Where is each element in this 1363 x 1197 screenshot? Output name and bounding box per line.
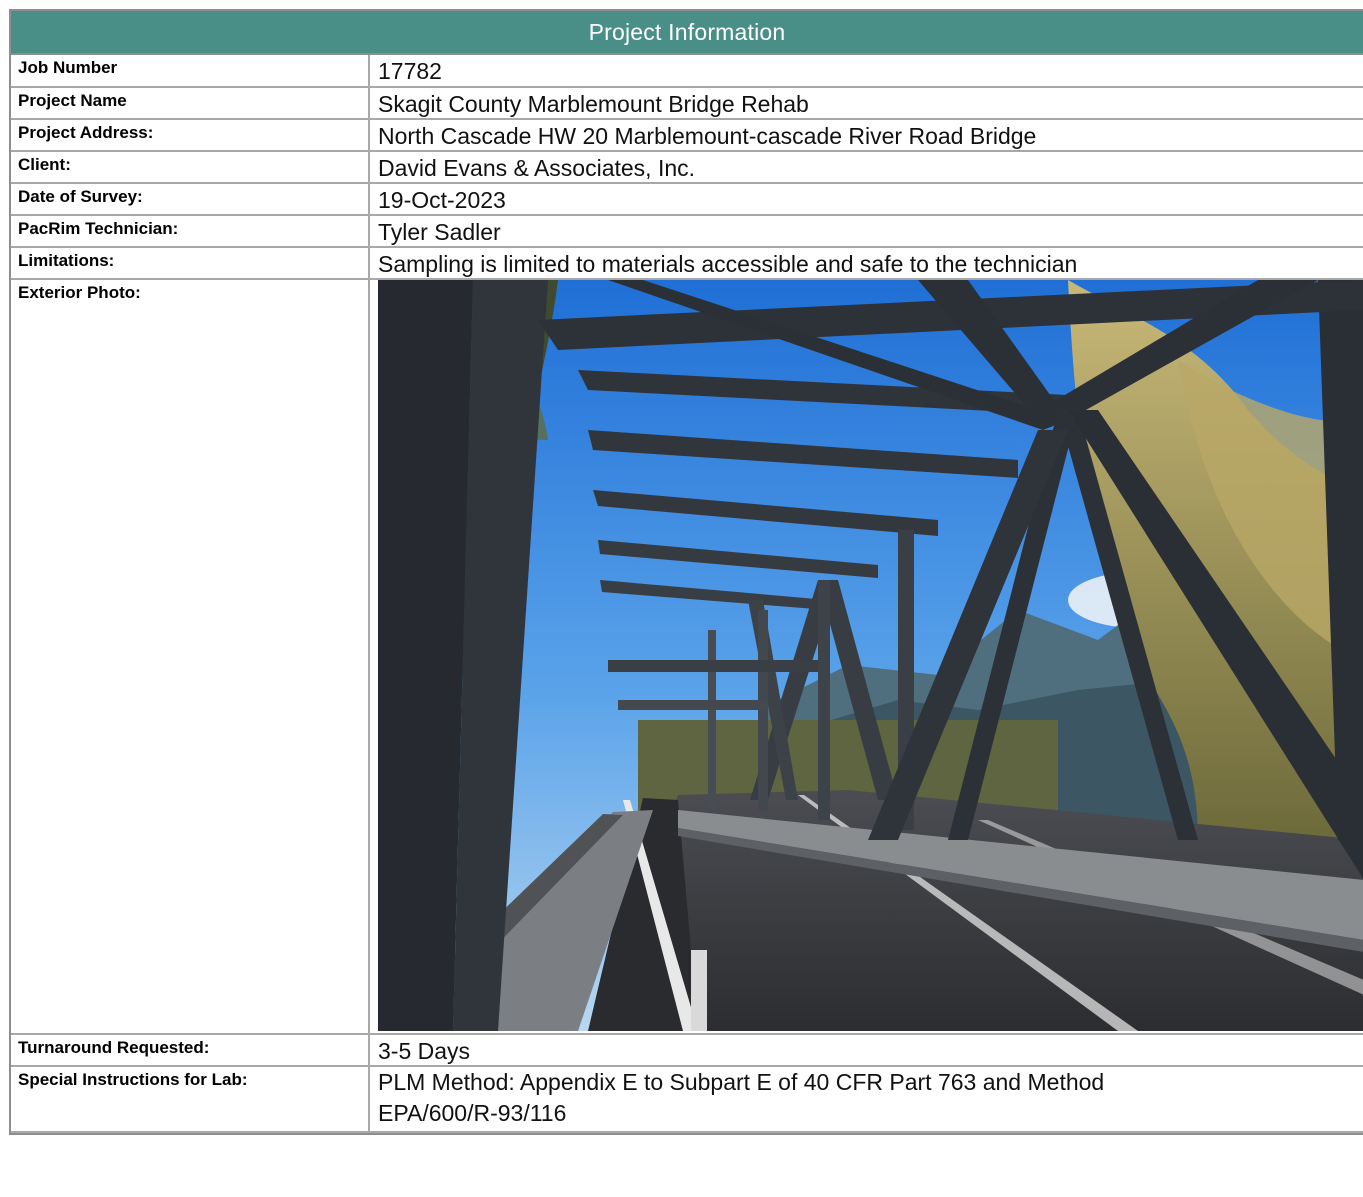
- special-instructions-line-1: PLM Method: Appendix E to Subpart E of 4…: [378, 1069, 1105, 1095]
- special-instructions-line-2: EPA/600/R-93/116: [378, 1100, 567, 1126]
- row-project-name: Project Name Skagit County Marblemount B…: [11, 86, 1363, 120]
- project-name-value: Skagit County Marblemount Bridge Rehab: [368, 86, 1363, 120]
- project-info-table: Job Number 17782 Project Name Skagit Cou…: [11, 55, 1363, 1133]
- job-number-label: Job Number: [11, 55, 370, 88]
- sheet-header: Project Information: [11, 11, 1363, 55]
- technician-label: PacRim Technician:: [11, 214, 370, 248]
- row-project-address: Project Address: North Cascade HW 20 Mar…: [11, 118, 1363, 152]
- row-date-of-survey: Date of Survey: 19-Oct-2023: [11, 182, 1363, 216]
- job-number-value: 17782: [368, 55, 1363, 88]
- project-information-sheet: Project Information Job Number 17782 Pro…: [9, 9, 1363, 1135]
- row-technician: PacRim Technician: Tyler Sadler: [11, 214, 1363, 248]
- turnaround-value: 3-5 Days: [368, 1033, 1363, 1067]
- limitations-value: Sampling is limited to materials accessi…: [368, 246, 1363, 280]
- row-turnaround: Turnaround Requested: 3-5 Days: [11, 1033, 1363, 1067]
- special-instructions-label: Special Instructions for Lab:: [11, 1065, 370, 1133]
- row-special-instructions: Special Instructions for Lab: PLM Method…: [11, 1065, 1363, 1133]
- client-value: David Evans & Associates, Inc.: [368, 150, 1363, 184]
- row-limitations: Limitations: Sampling is limited to mate…: [11, 246, 1363, 280]
- exterior-photo-frame: [370, 280, 1363, 1031]
- project-name-label: Project Name: [11, 86, 370, 120]
- date-of-survey-label: Date of Survey:: [11, 182, 370, 216]
- project-address-label: Project Address:: [11, 118, 370, 152]
- row-client: Client: David Evans & Associates, Inc.: [11, 150, 1363, 184]
- project-address-value: North Cascade HW 20 Marblemount-cascade …: [368, 118, 1363, 152]
- row-exterior-photo: Exterior Photo:: [11, 278, 1363, 1035]
- special-instructions-value: PLM Method: Appendix E to Subpart E of 4…: [368, 1065, 1363, 1133]
- turnaround-label: Turnaround Requested:: [11, 1033, 370, 1067]
- sheet-title: Project Information: [588, 18, 786, 45]
- technician-value: Tyler Sadler: [368, 214, 1363, 248]
- bridge-photo: [378, 280, 1363, 1031]
- exterior-photo-label: Exterior Photo:: [11, 278, 370, 1035]
- row-job-number: Job Number 17782: [11, 55, 1363, 88]
- client-label: Client:: [11, 150, 370, 184]
- limitations-label: Limitations:: [11, 246, 370, 280]
- exterior-photo-cell: [368, 278, 1363, 1035]
- date-of-survey-value: 19-Oct-2023: [368, 182, 1363, 216]
